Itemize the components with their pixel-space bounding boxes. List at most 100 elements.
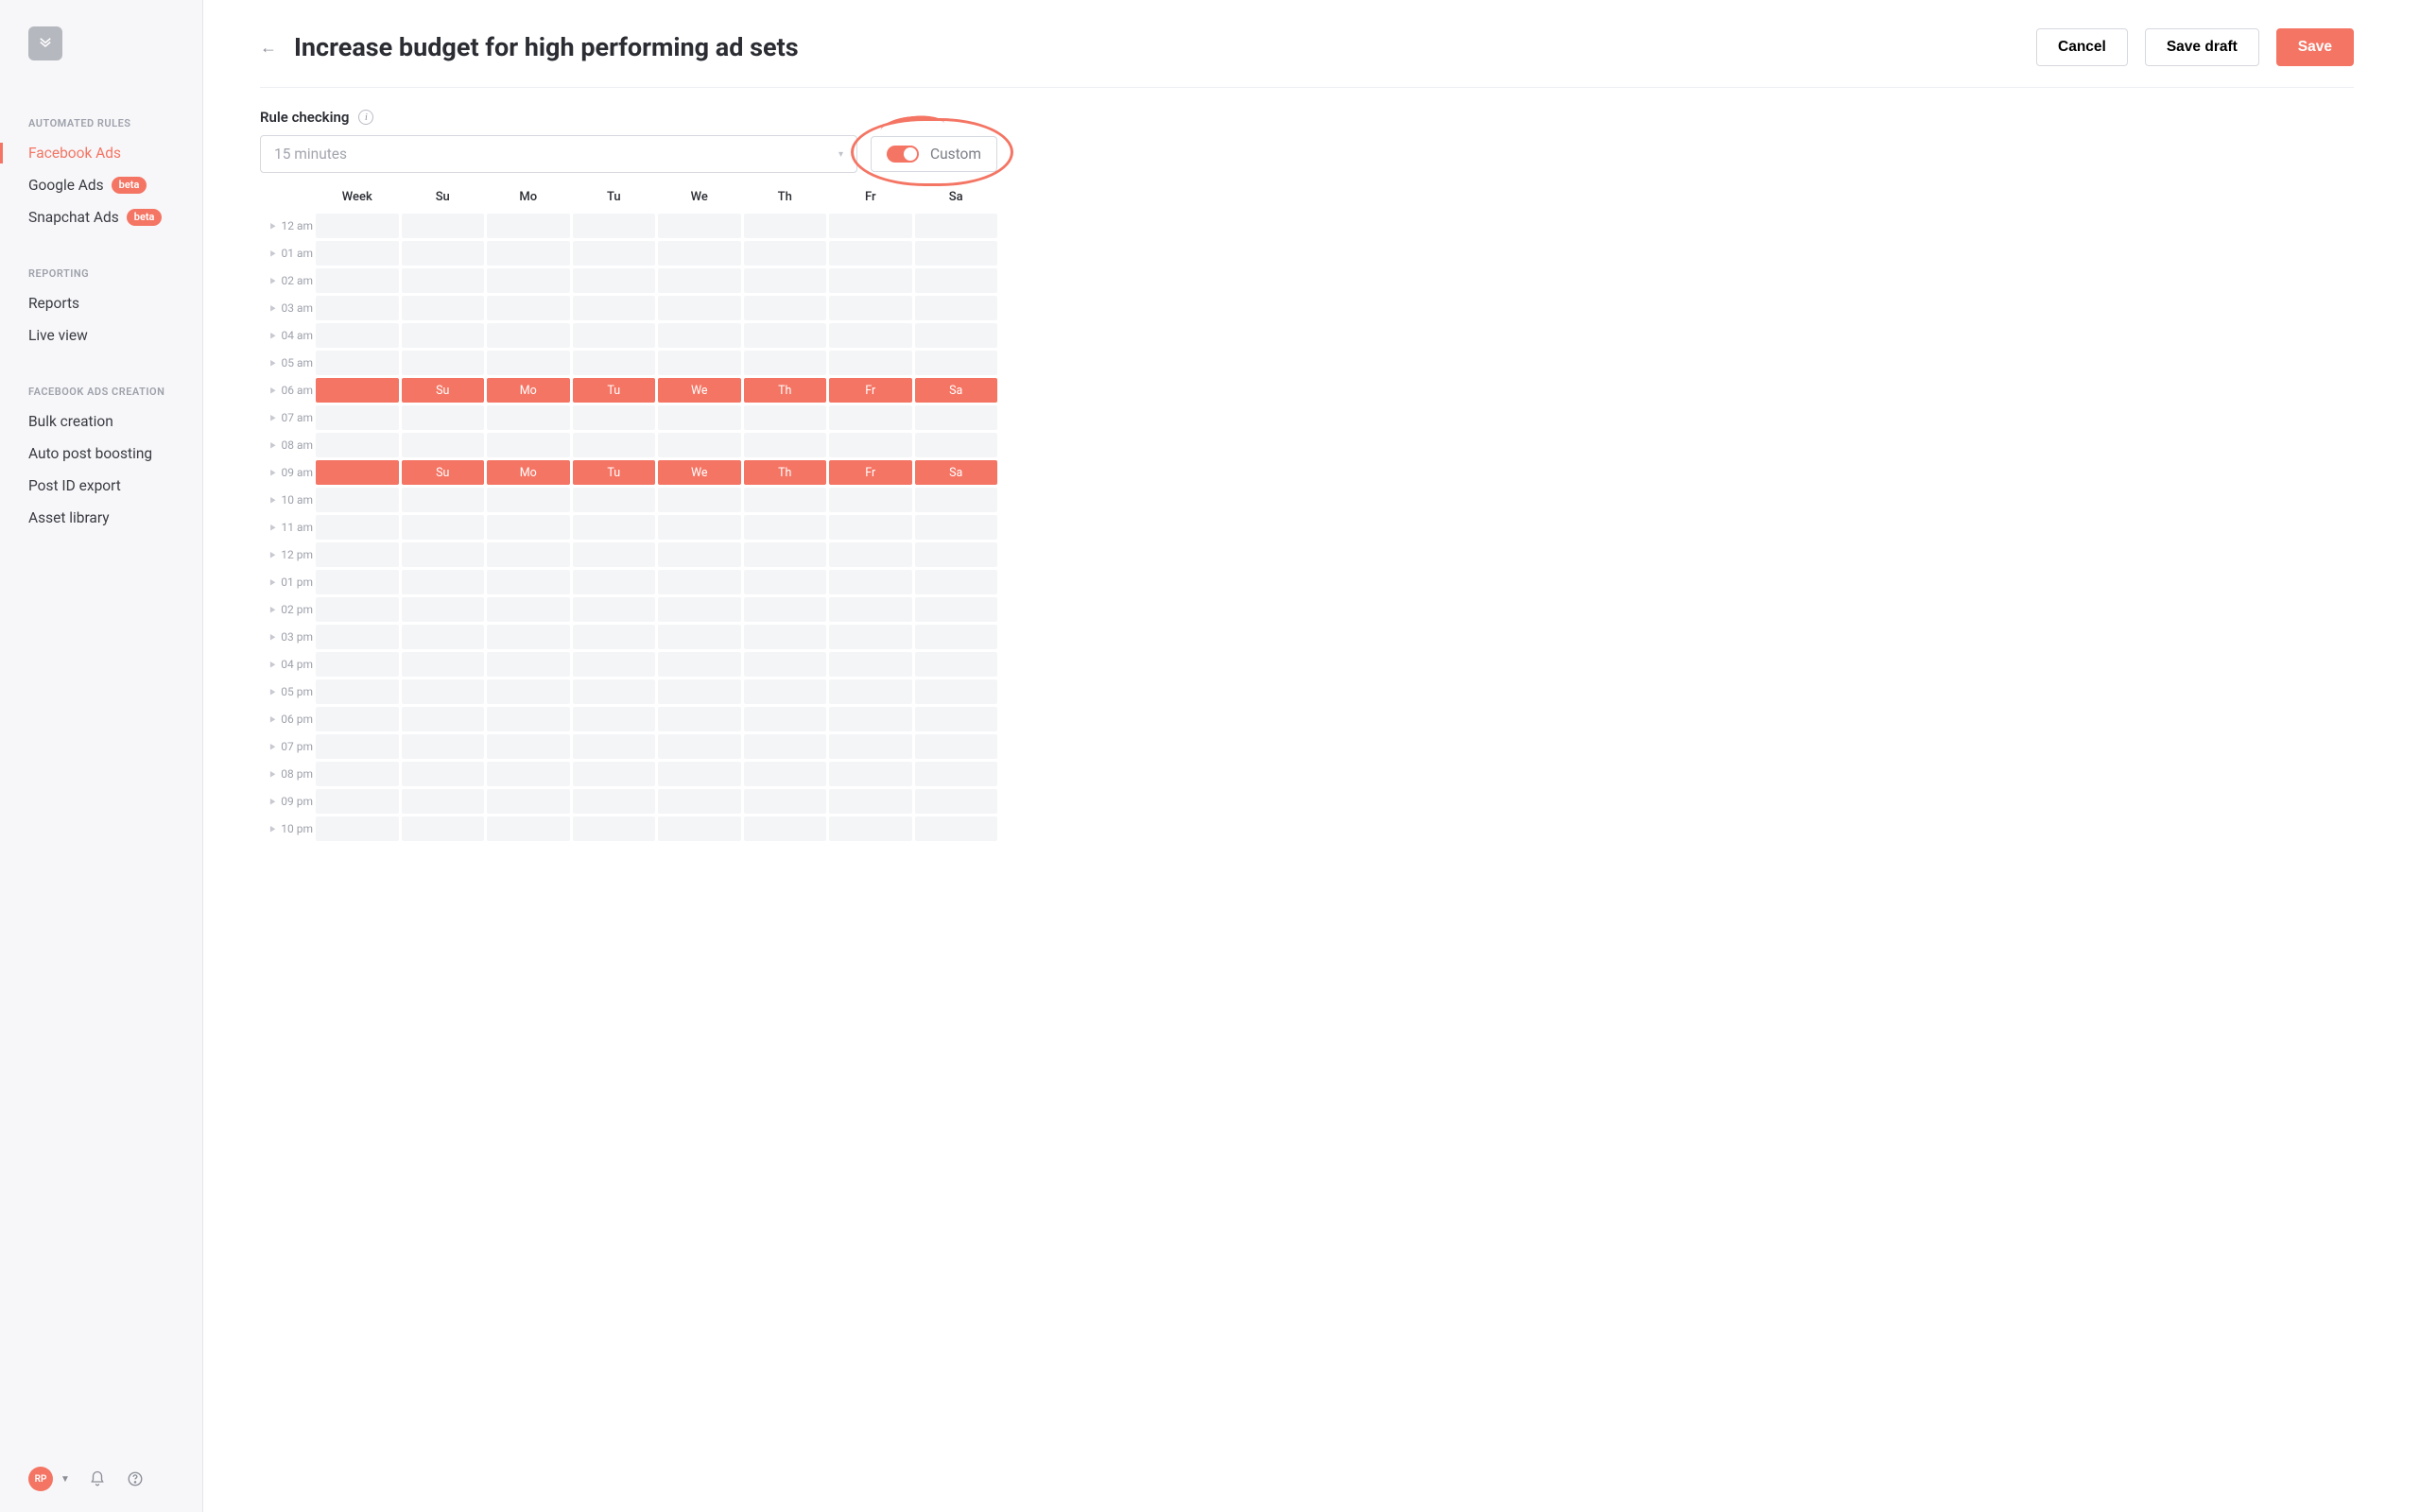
schedule-cell[interactable] <box>744 515 827 540</box>
schedule-cell[interactable] <box>915 679 998 704</box>
schedule-cell[interactable] <box>573 542 656 567</box>
schedule-cell[interactable] <box>829 734 912 759</box>
schedule-cell[interactable] <box>402 542 485 567</box>
schedule-hour-label[interactable]: ▶07 am <box>260 411 313 424</box>
schedule-hour-label[interactable]: ▶07 pm <box>260 740 313 753</box>
schedule-cell[interactable] <box>487 323 570 348</box>
schedule-cell[interactable] <box>658 214 741 238</box>
schedule-cell[interactable] <box>316 323 399 348</box>
schedule-cell[interactable] <box>744 351 827 375</box>
schedule-cell[interactable] <box>402 652 485 677</box>
schedule-cell[interactable] <box>658 789 741 814</box>
schedule-cell[interactable] <box>487 789 570 814</box>
schedule-cell[interactable] <box>915 625 998 649</box>
bell-icon[interactable] <box>87 1469 108 1489</box>
schedule-cell[interactable] <box>573 570 656 594</box>
schedule-cell[interactable] <box>402 405 485 430</box>
schedule-cell[interactable] <box>573 488 656 512</box>
schedule-cell[interactable] <box>658 762 741 786</box>
schedule-cell[interactable] <box>744 323 827 348</box>
schedule-cell[interactable] <box>915 488 998 512</box>
schedule-cell[interactable] <box>402 488 485 512</box>
schedule-cell[interactable] <box>487 542 570 567</box>
schedule-cell[interactable] <box>573 515 656 540</box>
save-draft-button[interactable]: Save draft <box>2145 28 2259 66</box>
schedule-cell[interactable] <box>316 679 399 704</box>
schedule-hour-label[interactable]: ▶04 pm <box>260 658 313 671</box>
schedule-cell[interactable] <box>829 652 912 677</box>
schedule-cell[interactable] <box>487 214 570 238</box>
schedule-cell[interactable] <box>573 679 656 704</box>
schedule-hour-label[interactable]: ▶12 pm <box>260 548 313 561</box>
schedule-cell[interactable] <box>829 679 912 704</box>
schedule-cell[interactable] <box>829 405 912 430</box>
sidebar-item-post-id-export[interactable]: Post ID export <box>0 470 202 502</box>
schedule-cell[interactable] <box>487 679 570 704</box>
schedule-cell[interactable] <box>487 816 570 841</box>
schedule-cell[interactable] <box>744 268 827 293</box>
schedule-cell[interactable] <box>402 679 485 704</box>
schedule-cell[interactable] <box>573 351 656 375</box>
schedule-cell[interactable] <box>744 597 827 622</box>
schedule-cell[interactable] <box>487 762 570 786</box>
schedule-cell[interactable] <box>658 597 741 622</box>
schedule-cell[interactable] <box>402 214 485 238</box>
schedule-cell[interactable] <box>829 296 912 320</box>
schedule-cell[interactable] <box>573 707 656 731</box>
schedule-cell[interactable] <box>658 323 741 348</box>
schedule-cell[interactable] <box>573 762 656 786</box>
schedule-cell[interactable] <box>915 707 998 731</box>
schedule-cell[interactable] <box>915 816 998 841</box>
schedule-cell[interactable]: We <box>658 460 741 485</box>
schedule-column-header[interactable]: Sa <box>915 190 998 204</box>
schedule-hour-label[interactable]: ▶08 am <box>260 438 313 452</box>
schedule-cell[interactable] <box>316 351 399 375</box>
schedule-cell[interactable] <box>658 405 741 430</box>
schedule-hour-label[interactable]: ▶05 am <box>260 356 313 369</box>
schedule-cell[interactable] <box>658 433 741 457</box>
schedule-cell[interactable]: Fr <box>829 460 912 485</box>
schedule-cell[interactable] <box>487 268 570 293</box>
schedule-hour-label[interactable]: ▶08 pm <box>260 767 313 781</box>
schedule-cell[interactable] <box>573 241 656 266</box>
schedule-cell[interactable] <box>829 597 912 622</box>
schedule-cell[interactable] <box>487 405 570 430</box>
schedule-cell[interactable] <box>744 652 827 677</box>
schedule-cell[interactable] <box>316 268 399 293</box>
schedule-cell[interactable] <box>744 405 827 430</box>
schedule-cell[interactable]: Tu <box>573 460 656 485</box>
schedule-column-header[interactable]: Fr <box>829 190 912 204</box>
schedule-cell[interactable] <box>316 296 399 320</box>
schedule-cell[interactable] <box>915 762 998 786</box>
schedule-cell[interactable] <box>658 570 741 594</box>
schedule-cell[interactable] <box>573 597 656 622</box>
schedule-cell[interactable] <box>402 734 485 759</box>
schedule-cell[interactable] <box>744 816 827 841</box>
schedule-cell[interactable] <box>915 652 998 677</box>
schedule-cell[interactable] <box>316 214 399 238</box>
schedule-cell[interactable]: Su <box>402 378 485 403</box>
schedule-cell[interactable] <box>573 433 656 457</box>
schedule-cell[interactable] <box>829 570 912 594</box>
schedule-cell[interactable] <box>744 488 827 512</box>
schedule-cell[interactable] <box>744 625 827 649</box>
schedule-cell[interactable] <box>829 214 912 238</box>
schedule-cell[interactable] <box>402 433 485 457</box>
app-logo[interactable] <box>28 26 62 60</box>
schedule-cell[interactable] <box>316 652 399 677</box>
schedule-cell[interactable] <box>402 707 485 731</box>
schedule-cell[interactable] <box>829 625 912 649</box>
back-arrow-icon[interactable]: ← <box>260 38 277 58</box>
schedule-cell[interactable] <box>487 241 570 266</box>
schedule-cell[interactable] <box>744 679 827 704</box>
schedule-cell[interactable] <box>316 378 399 403</box>
schedule-hour-label[interactable]: ▶12 am <box>260 219 313 232</box>
schedule-cell[interactable] <box>316 734 399 759</box>
schedule-column-header[interactable]: Th <box>744 190 827 204</box>
schedule-cell[interactable]: Mo <box>487 460 570 485</box>
user-menu-caret-icon[interactable]: ▼ <box>60 1474 70 1485</box>
schedule-cell[interactable] <box>829 707 912 731</box>
schedule-cell[interactable] <box>744 707 827 731</box>
sidebar-item-google-ads[interactable]: Google Adsbeta <box>0 169 202 201</box>
schedule-cell[interactable] <box>316 542 399 567</box>
